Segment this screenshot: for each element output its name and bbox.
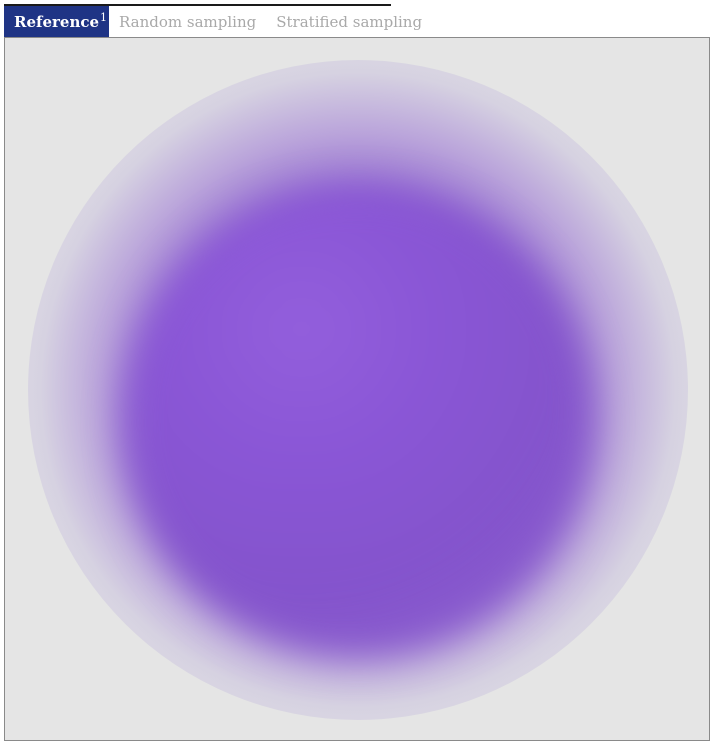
tab-reference-label: Reference [14,12,100,31]
tab-random-sampling-label: Random sampling [119,12,257,31]
rendered-image [5,38,709,740]
tab-random-sampling[interactable]: Random sampling [109,6,266,37]
tab-bar: Reference 1 Random sampling Stratified sa… [4,4,422,37]
volumetric-sphere [123,188,593,658]
tab-reference-footnote[interactable]: 1 [100,11,107,24]
render-viewport [4,37,710,741]
tab-stratified-sampling[interactable]: Stratified sampling [266,6,432,37]
tab-stratified-sampling-label: Stratified sampling [276,12,423,31]
tab-reference[interactable]: Reference 1 [4,6,110,37]
